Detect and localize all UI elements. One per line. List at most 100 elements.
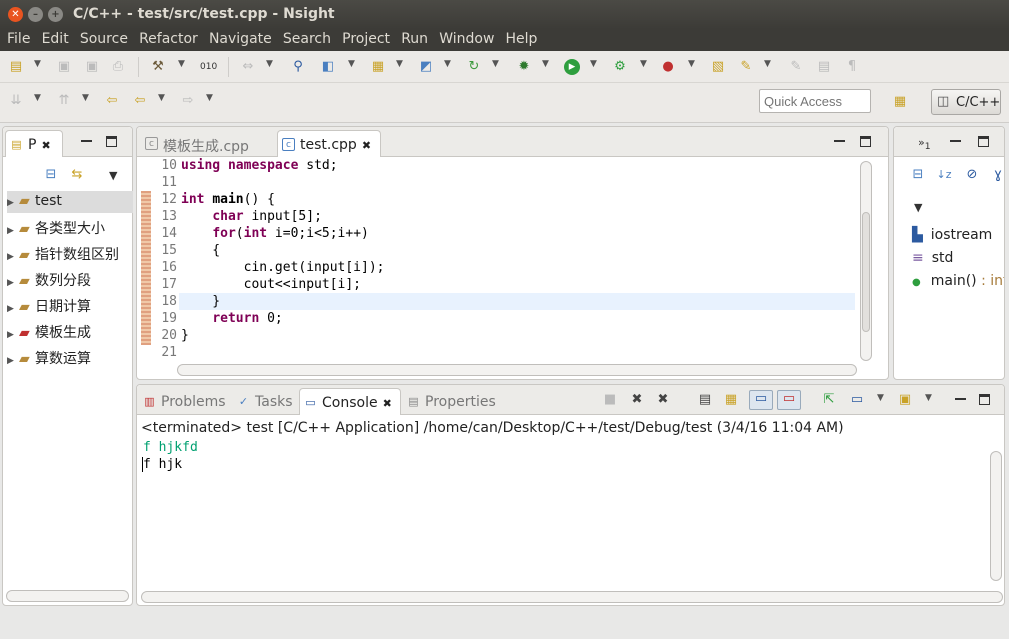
annotate-icon[interactable]: ▤ xyxy=(816,59,832,75)
binary-icon[interactable]: 010 xyxy=(200,59,217,75)
menu-source[interactable]: Source xyxy=(80,29,128,47)
tab-模板生成-cpp[interactable]: c 模板生成.cpp xyxy=(141,130,269,157)
code-line[interactable]: for(int i=0;i<5;i++) xyxy=(181,226,369,241)
new-dropdown-icon[interactable]: ▼ xyxy=(34,59,41,69)
horizontal-scrollbar[interactable] xyxy=(6,590,129,602)
maximize-icon[interactable] xyxy=(979,394,990,405)
pin-icon[interactable]: ✎ xyxy=(738,59,754,75)
minimize-icon[interactable] xyxy=(81,136,92,142)
tree-item-日期计算[interactable]: ▶ ▰ 日期计算 xyxy=(7,294,133,316)
link-editor-icon[interactable]: ⇆ xyxy=(69,167,85,183)
console-horizontal-scrollbar[interactable] xyxy=(141,591,1003,603)
tree-item-指针数组区别[interactable]: ▶ ▰ 指针数组区别 xyxy=(7,242,133,264)
menu-navigate[interactable]: Navigate xyxy=(209,29,272,47)
print-icon[interactable]: ⎙ xyxy=(110,59,126,75)
expand-icon[interactable]: ▶ xyxy=(7,198,19,208)
edit-icon[interactable]: ✎ xyxy=(788,59,804,75)
menu-help[interactable]: Help xyxy=(506,29,538,47)
menu-search[interactable]: Search xyxy=(283,29,331,47)
tab-overflow[interactable]: »1 xyxy=(896,130,936,157)
console-vertical-scrollbar[interactable] xyxy=(990,451,1002,581)
new-folder-dropdown-icon[interactable]: ▼ xyxy=(396,59,403,69)
perspective-cpp-button[interactable]: ◫ C/C++ xyxy=(931,89,1001,115)
tree-item-test[interactable]: ▶ ▰ test xyxy=(7,191,133,213)
quick-access-input[interactable] xyxy=(759,89,871,113)
debug-link-icon[interactable]: ⚲ xyxy=(290,59,306,75)
tree-item-数列分段[interactable]: ▶ ▰ 数列分段 xyxy=(7,268,133,290)
scroll-lock-icon[interactable]: ▦ xyxy=(723,392,739,408)
open-folder-icon[interactable]: ▧ xyxy=(710,59,726,75)
code-line[interactable]: using namespace std; xyxy=(181,158,338,173)
forward-dropdown-icon[interactable]: ▼ xyxy=(206,93,213,103)
build-hammer-icon[interactable]: ⚒ xyxy=(150,59,166,75)
close-icon[interactable]: ✖ xyxy=(383,397,392,410)
maximize-icon[interactable] xyxy=(860,136,871,147)
code-line[interactable]: int main() { xyxy=(181,192,275,207)
maximize-icon[interactable] xyxy=(106,136,117,147)
code-line[interactable]: char input[5]; xyxy=(181,209,322,224)
view-menu-icon[interactable]: ▼ xyxy=(914,201,922,214)
debug-dropdown-icon[interactable]: ▼ xyxy=(542,59,549,69)
collapse-all-icon[interactable]: ⊟ xyxy=(43,167,59,183)
back-icon[interactable]: ⇦ xyxy=(132,93,148,109)
profile-dropdown-icon[interactable]: ▼ xyxy=(640,59,647,69)
back-dropdown-icon[interactable]: ▼ xyxy=(158,93,165,103)
window-titlebar[interactable]: ✕ – + C/C++ - test/src/test.cpp - Nsight xyxy=(0,0,1009,29)
save-all-icon[interactable]: ▣ xyxy=(84,59,100,75)
code-line[interactable]: return 0; xyxy=(181,311,282,326)
menu-refactor[interactable]: Refactor xyxy=(139,29,198,47)
clear-console-icon[interactable]: ▤ xyxy=(697,392,713,408)
expand-icon[interactable]: ▶ xyxy=(7,330,19,340)
code-line[interactable]: } xyxy=(181,328,189,343)
close-icon[interactable]: ✖ xyxy=(41,139,50,152)
hide-fields-icon[interactable]: ⊘ xyxy=(964,167,980,183)
menu-window[interactable]: Window xyxy=(439,29,494,47)
show-stderr-icon[interactable]: ▭ xyxy=(777,390,801,410)
scroll-thumb[interactable] xyxy=(862,212,870,332)
minimize-icon[interactable] xyxy=(950,136,961,142)
hide-static-icon[interactable]: ɣ xyxy=(990,167,1004,183)
code-line[interactable]: } xyxy=(181,294,220,309)
prev-annotation-icon[interactable]: ⇊ xyxy=(8,93,24,109)
open-perspective-icon[interactable]: ▦ xyxy=(892,94,908,110)
display-console-icon[interactable]: ▭ xyxy=(849,392,865,408)
remove-launch-icon[interactable]: ✖ xyxy=(629,392,645,408)
code-line[interactable]: cin.get(input[i]); xyxy=(181,260,385,275)
close-window-icon[interactable]: ✕ xyxy=(8,7,23,22)
menu-project[interactable]: Project xyxy=(342,29,390,47)
outline-item-main[interactable]: ● main() : int xyxy=(912,273,1004,289)
expand-icon[interactable]: ▶ xyxy=(7,252,19,262)
editor-vertical-scrollbar[interactable] xyxy=(860,161,872,361)
tab-console[interactable]: ▭ Console ✖ xyxy=(299,388,401,415)
new-class-icon[interactable]: ◧ xyxy=(320,59,336,75)
close-icon[interactable]: ✖ xyxy=(362,139,371,152)
maximize-window-icon[interactable]: + xyxy=(48,7,63,22)
refresh-dropdown-icon[interactable]: ▼ xyxy=(492,59,499,69)
next-annotation-dropdown-icon[interactable]: ▼ xyxy=(82,93,89,103)
expand-icon[interactable]: ▶ xyxy=(7,278,19,288)
build-dropdown-icon[interactable]: ▼ xyxy=(178,59,185,69)
code-line[interactable]: cout<<input[i]; xyxy=(181,277,361,292)
maximize-icon[interactable] xyxy=(978,136,989,147)
tab-tasks[interactable]: ✓ Tasks xyxy=(233,388,301,415)
tab-project-explorer[interactable]: ▤ P ✖ xyxy=(5,130,63,157)
minimize-window-icon[interactable]: – xyxy=(28,7,43,22)
minimize-icon[interactable] xyxy=(834,136,845,142)
pin-console-icon[interactable]: ⇱ xyxy=(821,392,837,408)
new-icon[interactable]: ▤ xyxy=(8,59,24,75)
external-tools-dropdown-icon[interactable]: ▼ xyxy=(688,59,695,69)
external-tools-icon[interactable]: ● xyxy=(660,59,676,75)
collapse-all-icon[interactable]: ⊟ xyxy=(910,167,926,183)
show-stdout-icon[interactable]: ▭ xyxy=(749,390,773,410)
code-line[interactable]: { xyxy=(181,243,220,258)
view-menu-icon[interactable]: ▼ xyxy=(109,169,117,182)
sync-dropdown-icon[interactable]: ▼ xyxy=(266,59,273,69)
outline-item-std[interactable]: ≡ std xyxy=(912,250,953,266)
tree-item-模板生成[interactable]: ▶ ▰ 模板生成 xyxy=(7,320,133,342)
pin-dropdown-icon[interactable]: ▼ xyxy=(764,59,771,69)
last-edit-icon[interactable]: ⇦ xyxy=(104,93,120,109)
tab-test-cpp[interactable]: c test.cpp ✖ xyxy=(277,130,381,157)
new-folder-icon[interactable]: ▦ xyxy=(370,59,386,75)
profile-icon[interactable]: ⚙ xyxy=(612,59,628,75)
tab-properties[interactable]: ▤ Properties xyxy=(403,388,503,415)
